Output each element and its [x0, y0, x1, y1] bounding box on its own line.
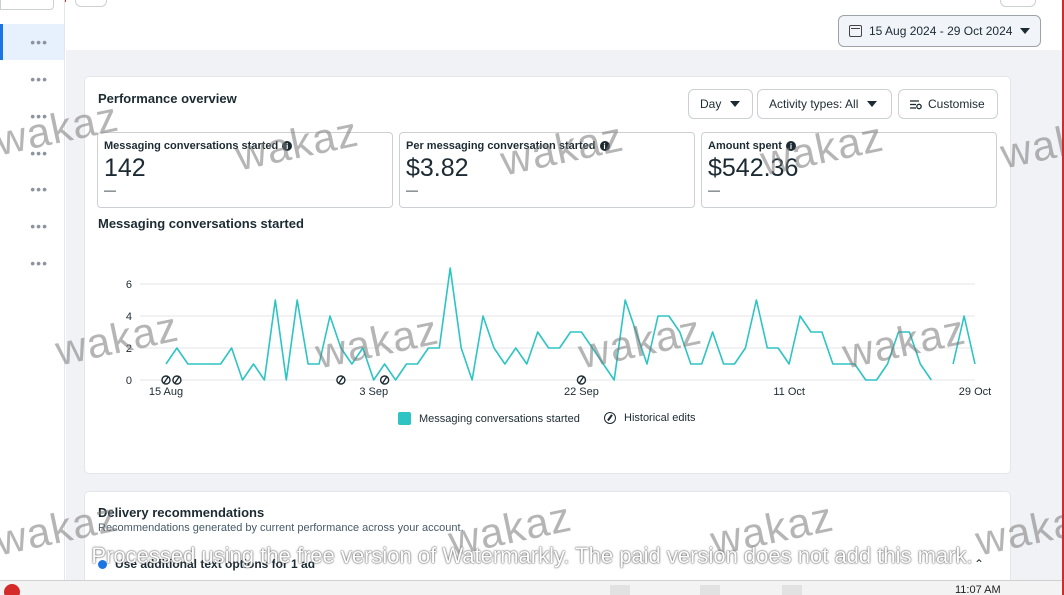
- metric-label: Amount spent: [708, 140, 782, 152]
- historical-edit-marker[interactable]: [172, 375, 182, 385]
- taskbar-item[interactable]: [610, 585, 630, 595]
- recommendation-dot-icon: [98, 559, 107, 569]
- left-rail: ••• ••• ••• ••• ••• ••• •••: [0, 0, 65, 580]
- rail-row-5[interactable]: •••: [0, 171, 64, 207]
- more-icon[interactable]: •••: [30, 218, 48, 234]
- activity-types-label: Activity types: All: [769, 97, 859, 111]
- legend-series[interactable]: Messaging conversations started: [398, 412, 580, 425]
- granularity-dropdown[interactable]: Day: [688, 89, 753, 119]
- metric-value: 142: [104, 154, 146, 182]
- y-tick-label: 0: [126, 375, 132, 387]
- y-tick-label: 2: [126, 343, 132, 355]
- y-tick-label: 6: [126, 279, 132, 291]
- metric-change: —: [708, 183, 720, 197]
- customise-button[interactable]: Customise: [898, 89, 998, 119]
- clock: 11:07 AM: [955, 584, 1001, 595]
- rail-row-3[interactable]: •••: [0, 98, 64, 134]
- legend-series-label: Messaging conversations started: [419, 412, 580, 425]
- performance-title: Performance overview: [98, 91, 237, 106]
- metric-per-conversation[interactable]: Per messaging conversation started i $3.8…: [399, 132, 695, 208]
- more-icon[interactable]: •••: [30, 108, 48, 124]
- more-icon[interactable]: •••: [30, 255, 48, 271]
- history-icon: [604, 412, 616, 424]
- metric-change: —: [406, 183, 418, 197]
- historical-edit-marker[interactable]: [161, 375, 171, 385]
- metric-messaging-conversations[interactable]: Messaging conversations started i 142 —: [97, 132, 393, 208]
- chevron-down-icon: [867, 101, 878, 107]
- customise-label: Customise: [928, 97, 985, 111]
- info-icon[interactable]: i: [282, 141, 293, 151]
- info-icon[interactable]: i: [785, 141, 796, 151]
- legend-swatch: [398, 412, 411, 425]
- more-icon[interactable]: •••: [30, 145, 48, 161]
- x-tick-label: 22 Sep: [564, 386, 599, 398]
- date-range-label: 15 Aug 2024 - 29 Oct 2024: [869, 24, 1013, 38]
- recommendation-item[interactable]: Use additional text options for 1 ad: [98, 557, 315, 571]
- historical-edit-marker[interactable]: [336, 375, 346, 385]
- top-toolbar-button[interactable]: [75, 0, 107, 7]
- taskbar: 11:07 AM: [0, 580, 1064, 595]
- metric-amount-spent[interactable]: Amount spent i $542.36 —: [701, 132, 997, 208]
- legend-edits-label: Historical edits: [624, 412, 696, 424]
- y-tick-label: 4: [126, 311, 132, 323]
- recommendation-label: Use additional text options for 1 ad: [115, 557, 316, 571]
- more-icon[interactable]: •••: [30, 71, 48, 87]
- more-icon[interactable]: •••: [30, 181, 48, 197]
- date-range-picker[interactable]: 15 Aug 2024 - 29 Oct 2024: [838, 15, 1041, 47]
- settings-icon: [910, 99, 922, 109]
- metric-label: Per messaging conversation started: [406, 140, 596, 152]
- rail-top-control[interactable]: [0, 0, 54, 10]
- line-chart: 0 2 4 6 15 Aug 3 Sep 22 Sep 11 Oct 29 Oct: [126, 267, 991, 398]
- x-tick-label: 3 Sep: [359, 386, 388, 398]
- rail-row-2[interactable]: •••: [0, 61, 64, 97]
- chart-title: Messaging conversations started: [98, 216, 304, 231]
- series-line[interactable]: [165, 267, 976, 381]
- metric-value: $542.36: [708, 154, 799, 182]
- x-tick-label: 29 Oct: [959, 386, 991, 398]
- start-icon[interactable]: [4, 584, 20, 595]
- chevron-down-icon: [730, 101, 741, 107]
- x-tick-label: 15 Aug: [149, 386, 183, 398]
- x-tick-label: 11 Oct: [773, 386, 805, 398]
- metric-change: —: [104, 183, 116, 197]
- granularity-label: Day: [700, 97, 722, 111]
- chevron-down-icon: [1020, 28, 1030, 34]
- more-icon[interactable]: •••: [30, 34, 48, 50]
- info-icon[interactable]: i: [599, 141, 610, 151]
- metric-label: Messaging conversations started: [104, 140, 279, 152]
- rail-row-7[interactable]: •••: [0, 245, 64, 281]
- historical-edit-marker[interactable]: [379, 375, 390, 385]
- rail-row-4[interactable]: •••: [0, 135, 64, 171]
- rail-row-6[interactable]: •••: [0, 208, 64, 244]
- delivery-title: Delivery recommendations: [98, 505, 265, 520]
- activity-types-dropdown[interactable]: Activity types: All: [757, 89, 892, 119]
- historical-edit-marker[interactable]: [576, 375, 587, 385]
- rail-row-1[interactable]: •••: [0, 24, 64, 60]
- calendar-icon: [849, 25, 862, 37]
- taskbar-item[interactable]: [782, 585, 802, 595]
- delivery-subtitle: Recommendations generated by current per…: [98, 522, 464, 534]
- chevron-up-icon[interactable]: ⌃: [974, 557, 984, 571]
- taskbar-item[interactable]: [700, 585, 720, 595]
- metric-value: $3.82: [406, 154, 469, 182]
- legend-historical-edits[interactable]: Historical edits: [604, 412, 696, 424]
- top-toolbar-button-right[interactable]: [1000, 0, 1036, 7]
